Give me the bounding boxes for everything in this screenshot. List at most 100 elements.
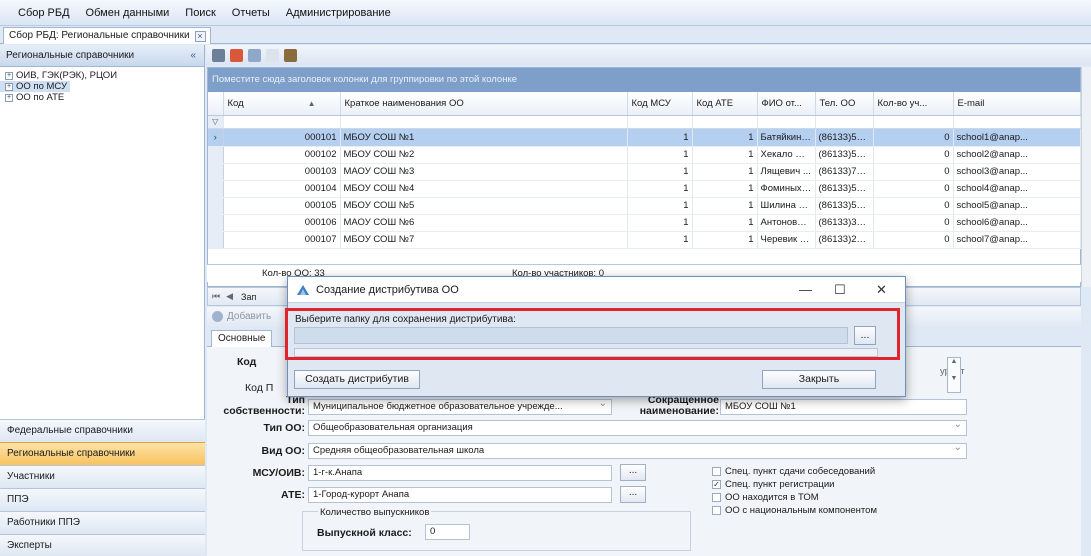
close-icon[interactable]: × <box>194 30 206 42</box>
cell-name[interactable]: МАОУ СОШ №6 <box>340 214 628 232</box>
menu-item-collect[interactable]: Сбор РБД <box>18 7 70 19</box>
ownership-select[interactable]: Муниципальное бюджетное образовательное … <box>308 399 612 415</box>
cell-email[interactable]: school5@anap... <box>953 197 1081 215</box>
grid-scrollbar[interactable] <box>1081 67 1091 287</box>
cell-phone[interactable]: (86133)54... <box>815 146 874 164</box>
cell-msu[interactable]: 1 <box>627 146 693 164</box>
nav-federal[interactable]: Федеральные справочники <box>0 419 205 442</box>
cell-code[interactable]: 000101 <box>223 129 341 147</box>
nav-ppe-workers[interactable]: Работники ППЭ <box>0 511 205 534</box>
grad-class-field[interactable]: 0 <box>425 524 470 540</box>
cell-fio[interactable]: Шилина Н... <box>757 197 816 215</box>
chk-registration-point[interactable]: ✓ Спец. пункт регистрации <box>712 479 834 490</box>
checkbox[interactable] <box>712 467 721 476</box>
close-icon[interactable]: ✕ <box>876 282 887 298</box>
doc-tab-regional[interactable]: Сбор РБД: Региональные справочники × <box>3 27 211 44</box>
expand-icon[interactable]: + <box>5 93 13 102</box>
cell-phone[interactable]: (86133)35... <box>815 214 874 232</box>
prev-page-icon[interactable]: ◀ <box>226 291 233 302</box>
menu-item-admin[interactable]: Администрирование <box>286 7 391 19</box>
cell-email[interactable]: school2@anap... <box>953 146 1081 164</box>
cell-name[interactable]: МБОУ СОШ №1 <box>340 129 628 147</box>
filter-cell[interactable] <box>692 115 758 129</box>
nav-participants[interactable]: Участники <box>0 465 205 488</box>
spin-control[interactable]: ▲ ▼ <box>947 357 961 393</box>
cell-msu[interactable]: 1 <box>627 129 693 147</box>
chk-interview-point[interactable]: Спец. пункт сдачи собеседований <box>712 466 875 477</box>
cell-phone[interactable]: (86133)56... <box>815 129 874 147</box>
cell-ate[interactable]: 1 <box>692 180 758 198</box>
table-row[interactable]: 000107 МБОУ СОШ №7 1 1 Черевик Т... (861… <box>208 231 1081 249</box>
cell-participants[interactable]: 0 <box>873 146 954 164</box>
spin-down-icon[interactable]: ▼ <box>948 375 960 382</box>
users-icon[interactable] <box>284 48 297 62</box>
col-header-ate[interactable]: Код АТЕ <box>692 92 758 116</box>
cell-code[interactable]: 000106 <box>223 214 341 232</box>
maximize-icon[interactable]: ☐ <box>834 282 846 298</box>
menu-item-exchange[interactable]: Обмен данными <box>86 7 170 19</box>
minimize-icon[interactable]: — <box>799 282 812 297</box>
cell-fio[interactable]: Фоминых ... <box>757 180 816 198</box>
table-row[interactable]: › 000101 МБОУ СОШ №1 1 1 Батяйкина... (8… <box>208 129 1081 147</box>
cell-ate[interactable]: 1 <box>692 129 758 147</box>
filter-cell[interactable] <box>815 115 874 129</box>
add-icon[interactable] <box>212 311 223 322</box>
org-type-select[interactable]: Общеобразовательная организация <box>308 420 967 436</box>
cell-participants[interactable]: 0 <box>873 231 954 249</box>
cell-email[interactable]: school6@anap... <box>953 214 1081 232</box>
cell-phone[interactable]: (86133)50... <box>815 197 874 215</box>
add-button[interactable]: Добавить <box>227 311 271 322</box>
col-header-email[interactable]: E-mail <box>953 92 1081 116</box>
col-header-name[interactable]: Краткое наименования ОО <box>340 92 628 116</box>
cell-participants[interactable]: 0 <box>873 180 954 198</box>
cell-name[interactable]: МБОУ СОШ №7 <box>340 231 628 249</box>
cell-code[interactable]: 000102 <box>223 146 341 164</box>
col-header-code[interactable]: Код ▲ <box>223 92 341 116</box>
cell-code[interactable]: 000104 <box>223 180 341 198</box>
cell-code[interactable]: 000107 <box>223 231 341 249</box>
cell-msu[interactable]: 1 <box>627 163 693 181</box>
group-panel[interactable]: Поместите сюда заголовок колонки для гру… <box>208 68 1080 92</box>
table-row[interactable]: 000106 МАОУ СОШ №6 1 1 Антонова ... (861… <box>208 214 1081 232</box>
cell-participants[interactable]: 0 <box>873 163 954 181</box>
tree-item-oo-ate[interactable]: + ОО по АТЕ <box>0 92 204 103</box>
table-row[interactable]: 000102 МБОУ СОШ №2 1 1 Хекало На... (861… <box>208 146 1081 164</box>
checkbox-checked[interactable]: ✓ <box>712 480 721 489</box>
cell-fio[interactable]: Черевик Т... <box>757 231 816 249</box>
cell-participants[interactable]: 0 <box>873 129 954 147</box>
tab-main[interactable]: Основные <box>211 330 273 347</box>
cell-msu[interactable]: 1 <box>627 231 693 249</box>
cell-name[interactable]: МБОУ СОШ №2 <box>340 146 628 164</box>
filter-cell[interactable] <box>873 115 954 129</box>
filter-cell[interactable] <box>627 115 693 129</box>
cell-email[interactable]: school1@anap... <box>953 129 1081 147</box>
chk-national[interactable]: ОО с национальным компонентом <box>712 505 877 516</box>
cell-msu[interactable]: 1 <box>627 214 693 232</box>
cell-phone[interactable]: (86133)50... <box>815 180 874 198</box>
cell-ate[interactable]: 1 <box>692 146 758 164</box>
cell-code[interactable]: 000103 <box>223 163 341 181</box>
col-header-fio[interactable]: ФИО от... <box>757 92 816 116</box>
msu-browse-button[interactable]: ... <box>620 464 646 481</box>
folder-path-field[interactable] <box>294 327 848 344</box>
cell-name[interactable]: МБОУ СОШ №4 <box>340 180 628 198</box>
expand-icon[interactable]: + <box>5 82 13 91</box>
chk-tom[interactable]: ОО находится в ТОМ <box>712 492 819 503</box>
col-header-participants[interactable]: Кол-во уч... <box>873 92 954 116</box>
cell-msu[interactable]: 1 <box>627 197 693 215</box>
ate-browse-button[interactable]: ... <box>620 486 646 503</box>
table-row[interactable]: 000105 МБОУ СОШ №5 1 1 Шилина Н... (8613… <box>208 197 1081 215</box>
cell-code[interactable]: 000105 <box>223 197 341 215</box>
print-icon[interactable] <box>212 48 225 62</box>
short-name-field[interactable]: МБОУ СОШ №1 <box>720 399 967 415</box>
col-header-msu[interactable]: Код МСУ <box>627 92 693 116</box>
first-page-icon[interactable]: ⏮ <box>212 291 220 302</box>
filter-cell[interactable] <box>223 115 341 129</box>
close-button[interactable]: Закрыть <box>762 370 876 389</box>
menu-item-search[interactable]: Поиск <box>185 7 215 19</box>
cell-phone[interactable]: (86133)73... <box>815 163 874 181</box>
cell-msu[interactable]: 1 <box>627 180 693 198</box>
cell-email[interactable]: school7@anap... <box>953 231 1081 249</box>
create-distributive-button[interactable]: Создать дистрибутив <box>294 370 420 389</box>
cell-ate[interactable]: 1 <box>692 163 758 181</box>
